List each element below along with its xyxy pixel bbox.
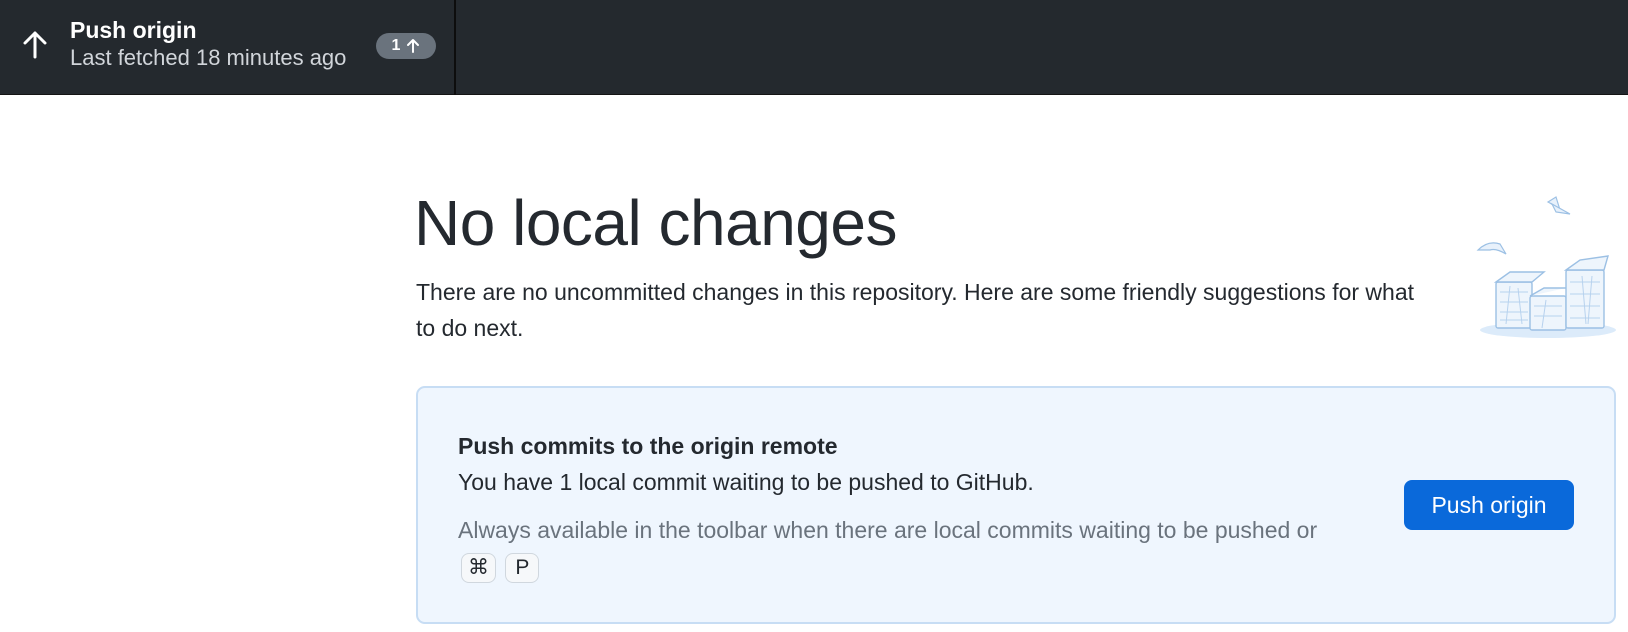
app-toolbar: Push origin Last fetched 18 minutes ago … [0,0,1628,95]
push-suggestion-card: Push commits to the origin remote You ha… [416,386,1616,624]
p-key: P [505,552,540,583]
command-key: ⌘ [461,552,496,583]
suggestion-title: Push commits to the origin remote [458,433,838,459]
no-changes-illustration [1476,196,1616,338]
suggestion-hint-text: Always available in the toolbar when the… [458,517,1318,543]
push-origin-button[interactable]: Push origin [1404,480,1574,530]
push-origin-title: Push origin [70,17,197,43]
arrow-up-icon [23,31,47,59]
last-fetched-text: Last fetched 18 minutes ago [70,45,347,70]
ahead-count-badge: 1 [376,33,436,59]
page-title: No local changes [414,187,897,259]
suggestion-hint: Always available in the toolbar when the… [458,512,1338,584]
ahead-count: 1 [391,37,401,54]
push-origin-toolbar-button[interactable]: Push origin Last fetched 18 minutes ago … [0,0,456,95]
page-description: There are no uncommitted changes in this… [416,279,1415,341]
suggestion-text: You have 1 local commit waiting to be pu… [458,469,1034,495]
arrow-up-small-icon [407,39,420,53]
